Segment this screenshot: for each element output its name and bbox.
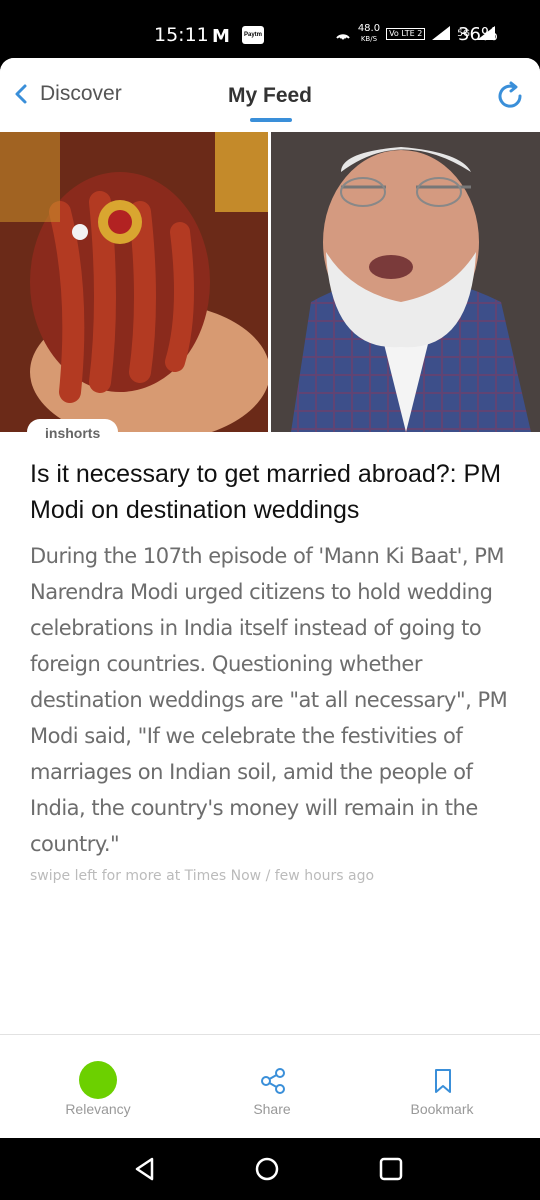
title-underline — [250, 118, 292, 122]
volte-badge: Vo LTE 2 — [386, 28, 426, 40]
pm-modi-image — [271, 132, 540, 432]
bottom-bar: Relevancy Share Bookmark — [0, 1034, 540, 1138]
battery-level: 36% — [458, 24, 499, 45]
page-title[interactable]: My Feed — [0, 84, 540, 108]
article-body: During the 107th episode of 'Mann Ki Baa… — [30, 544, 508, 856]
share-button[interactable]: Share — [212, 1035, 332, 1138]
share-icon — [261, 1068, 285, 1094]
signal-icon — [431, 25, 451, 44]
bookmark-label: Bookmark — [410, 1101, 474, 1117]
article-headline: Is it necessary to get married abroad?: … — [30, 460, 502, 524]
system-nav-bar — [0, 1138, 540, 1200]
relevancy-label: Relevancy — [65, 1101, 131, 1117]
refresh-icon[interactable] — [494, 80, 526, 112]
app-card: Discover My Feed inshorts Is it necessar… — [0, 58, 540, 1138]
source-tag: inshorts — [27, 419, 119, 445]
gmail-icon: M — [212, 26, 230, 47]
status-time: 15:11 — [154, 24, 209, 46]
top-nav: Discover My Feed — [0, 58, 540, 132]
bookmark-button[interactable]: Bookmark — [382, 1035, 502, 1138]
paytm-icon: Paytm — [242, 26, 264, 44]
bookmark-icon — [435, 1069, 451, 1093]
relevancy-button[interactable]: Relevancy — [38, 1035, 158, 1138]
relevancy-icon — [79, 1061, 117, 1099]
wedding-hands-image — [0, 132, 268, 432]
back-nav-icon[interactable] — [132, 1156, 158, 1182]
article-source-link[interactable]: swipe left for more at Times Now / few h… — [30, 868, 374, 884]
status-bar: 15:11 M Paytm 48.0 KB/S Vo LTE 2 5G 36% — [0, 0, 540, 58]
hotspot-icon — [334, 25, 352, 44]
net-speed: 48.0 KB/S — [357, 23, 381, 44]
article-image — [0, 132, 540, 432]
home-nav-icon[interactable] — [254, 1156, 280, 1182]
share-label: Share — [253, 1101, 291, 1117]
recents-nav-icon[interactable] — [378, 1156, 404, 1182]
